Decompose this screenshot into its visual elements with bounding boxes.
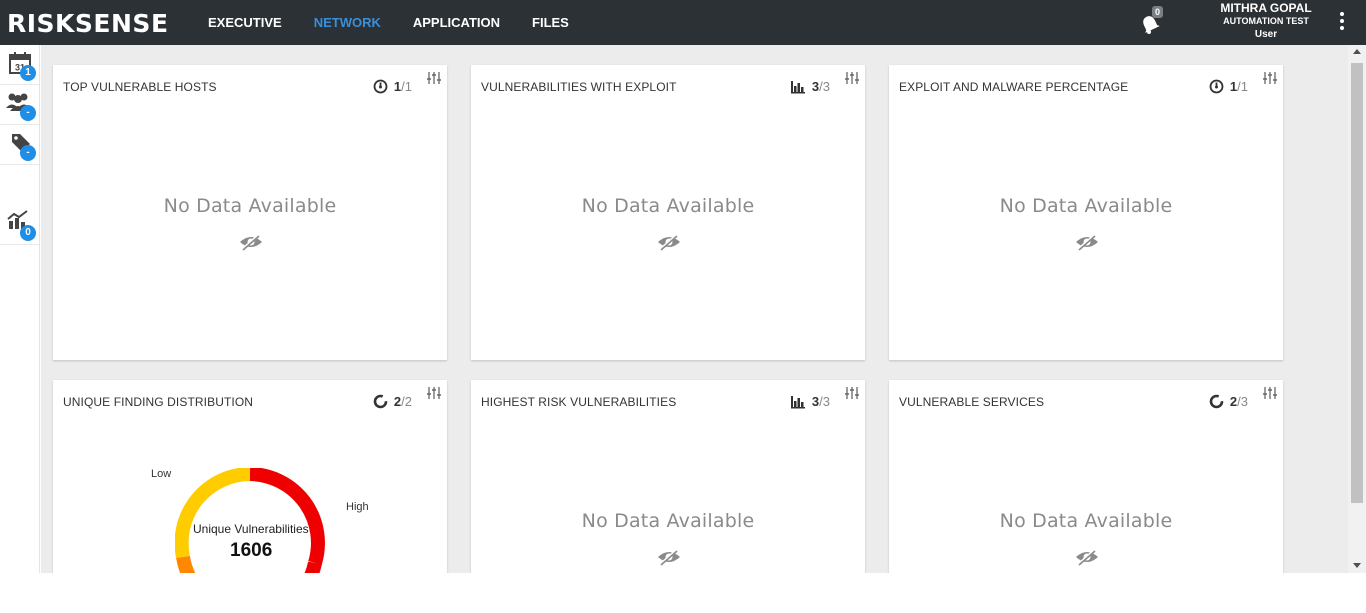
sidebar-badge: 0 <box>20 225 36 241</box>
widget-title: EXPLOIT AND MALWARE PERCENTAGE <box>899 80 1129 94</box>
widget-unique-finding-distribution: UNIQUE FINDING DISTRIBUTION 2/2 Low High… <box>53 380 447 573</box>
bar-chart-icon <box>790 395 806 409</box>
logo-text: RISKSENSE <box>7 8 169 38</box>
eye-slash-icon <box>1076 233 1098 251</box>
widget-count[interactable]: 2/3 <box>1209 394 1248 409</box>
filter-sliders-icon[interactable] <box>1262 386 1278 400</box>
widget-count-current: 2 <box>1229 394 1238 409</box>
vertical-scrollbar[interactable] <box>1348 45 1366 573</box>
no-data-message: No Data Available <box>581 510 755 532</box>
donut-icon <box>373 394 388 409</box>
widget-count-total: /3 <box>819 394 830 409</box>
sidebar-badge: - <box>20 145 36 161</box>
donut-center-value: 1606 <box>230 540 273 561</box>
user-menu[interactable]: MITHRA GOPAL AUTOMATION TEST User <box>1212 2 1320 41</box>
bar-chart-icon <box>790 80 806 94</box>
widget-highest-risk-vulnerabilities: HIGHEST RISK VULNERABILITIES 3/3 No Data… <box>471 380 865 573</box>
dashboard-area: TOP VULNERABLE HOSTS 1/1 No Data Availab… <box>41 45 1348 573</box>
nav-application[interactable]: APPLICATION <box>397 15 516 30</box>
no-data-message: No Data Available <box>999 510 1173 532</box>
widget-count-current: 3 <box>811 79 820 94</box>
widget-title: UNIQUE FINDING DISTRIBUTION <box>63 395 254 409</box>
widget-count-total: /1 <box>401 79 412 94</box>
donut-segment-low[interactable] <box>176 555 196 573</box>
nav-files[interactable]: FILES <box>516 15 585 30</box>
sidebar-badge: 1 <box>20 65 36 81</box>
nav-network[interactable]: NETWORK <box>298 15 397 30</box>
widget-count-current: 2 <box>393 394 402 409</box>
widget-count[interactable]: 2/2 <box>373 394 412 409</box>
gauge-icon <box>373 79 388 94</box>
widget-count-total: /3 <box>819 79 830 94</box>
no-data-message: No Data Available <box>163 195 337 217</box>
filter-sliders-icon[interactable] <box>426 386 442 400</box>
eye-slash-icon <box>658 548 680 566</box>
donut-icon <box>1209 394 1224 409</box>
top-navigation-bar: RISKSENSE EXECUTIVE NETWORK APPLICATION … <box>0 0 1366 45</box>
widget-count-total: /3 <box>1237 394 1248 409</box>
notification-count-badge: 0 <box>1152 6 1164 18</box>
sidebar-item-trends[interactable]: 0 <box>0 205 40 245</box>
donut-label-low: Low <box>151 468 172 480</box>
notifications-button[interactable]: 0 <box>1138 6 1168 37</box>
sidebar-item-calendar[interactable]: 31 1 <box>0 45 40 85</box>
main-nav: EXECUTIVE NETWORK APPLICATION FILES <box>192 0 585 45</box>
eye-slash-icon <box>658 233 680 251</box>
more-options-icon[interactable] <box>1337 12 1347 34</box>
filter-sliders-icon[interactable] <box>1262 71 1278 85</box>
widget-count[interactable]: 1/1 <box>373 79 412 94</box>
sidebar-badge: - <box>20 105 36 121</box>
filter-sliders-icon[interactable] <box>844 71 860 85</box>
widget-count[interactable]: 1/1 <box>1209 79 1248 94</box>
donut-segment-high-cont[interactable] <box>290 561 322 573</box>
widget-top-vulnerable-hosts: TOP VULNERABLE HOSTS 1/1 No Data Availab… <box>53 65 447 360</box>
widget-count-total: /2 <box>401 394 412 409</box>
user-name: MITHRA GOPAL <box>1220 1 1312 15</box>
widget-count[interactable]: 3/3 <box>790 79 830 94</box>
user-org: AUTOMATION TEST <box>1223 16 1309 26</box>
eye-slash-icon <box>240 233 262 251</box>
widget-count-current: 3 <box>811 394 820 409</box>
widget-count-total: /1 <box>1237 79 1248 94</box>
widget-title: HIGHEST RISK VULNERABILITIES <box>481 395 677 409</box>
donut-center-label: Unique Vulnerabilities <box>193 522 309 536</box>
sidebar-item-tags[interactable]: - <box>0 125 40 165</box>
widget-vulnerable-services: VULNERABLE SERVICES 2/3 No Data Availabl… <box>889 380 1283 573</box>
sidebar-item-users[interactable]: - <box>0 85 40 125</box>
filter-sliders-icon[interactable] <box>844 386 860 400</box>
gauge-icon <box>1209 79 1224 94</box>
filter-sliders-icon[interactable] <box>426 71 442 85</box>
left-sidebar: 31 1 - - 0 <box>0 45 40 573</box>
no-data-message: No Data Available <box>581 195 755 217</box>
no-data-message: No Data Available <box>999 195 1173 217</box>
eye-slash-icon <box>1076 548 1098 566</box>
widget-title: VULNERABILITIES WITH EXPLOIT <box>481 80 677 94</box>
widget-count[interactable]: 3/3 <box>790 394 830 409</box>
donut-label-high: High <box>346 501 369 513</box>
scrollbar-thumb[interactable] <box>1351 63 1363 503</box>
nav-executive[interactable]: EXECUTIVE <box>192 15 298 30</box>
risksense-logo[interactable]: RISKSENSE <box>7 8 169 38</box>
widget-vulnerabilities-with-exploit: VULNERABILITIES WITH EXPLOIT 3/3 No Data… <box>471 65 865 360</box>
scroll-down-arrow-icon[interactable] <box>1353 563 1361 568</box>
widget-count-current: 1 <box>1229 79 1238 94</box>
widget-count-current: 1 <box>393 79 402 94</box>
scroll-up-arrow-icon[interactable] <box>1353 49 1361 54</box>
widget-exploit-malware-percentage: EXPLOIT AND MALWARE PERCENTAGE 1/1 No Da… <box>889 65 1283 360</box>
widget-title: VULNERABLE SERVICES <box>899 395 1045 409</box>
user-role: User <box>1254 29 1278 40</box>
widget-title: TOP VULNERABLE HOSTS <box>63 80 217 94</box>
